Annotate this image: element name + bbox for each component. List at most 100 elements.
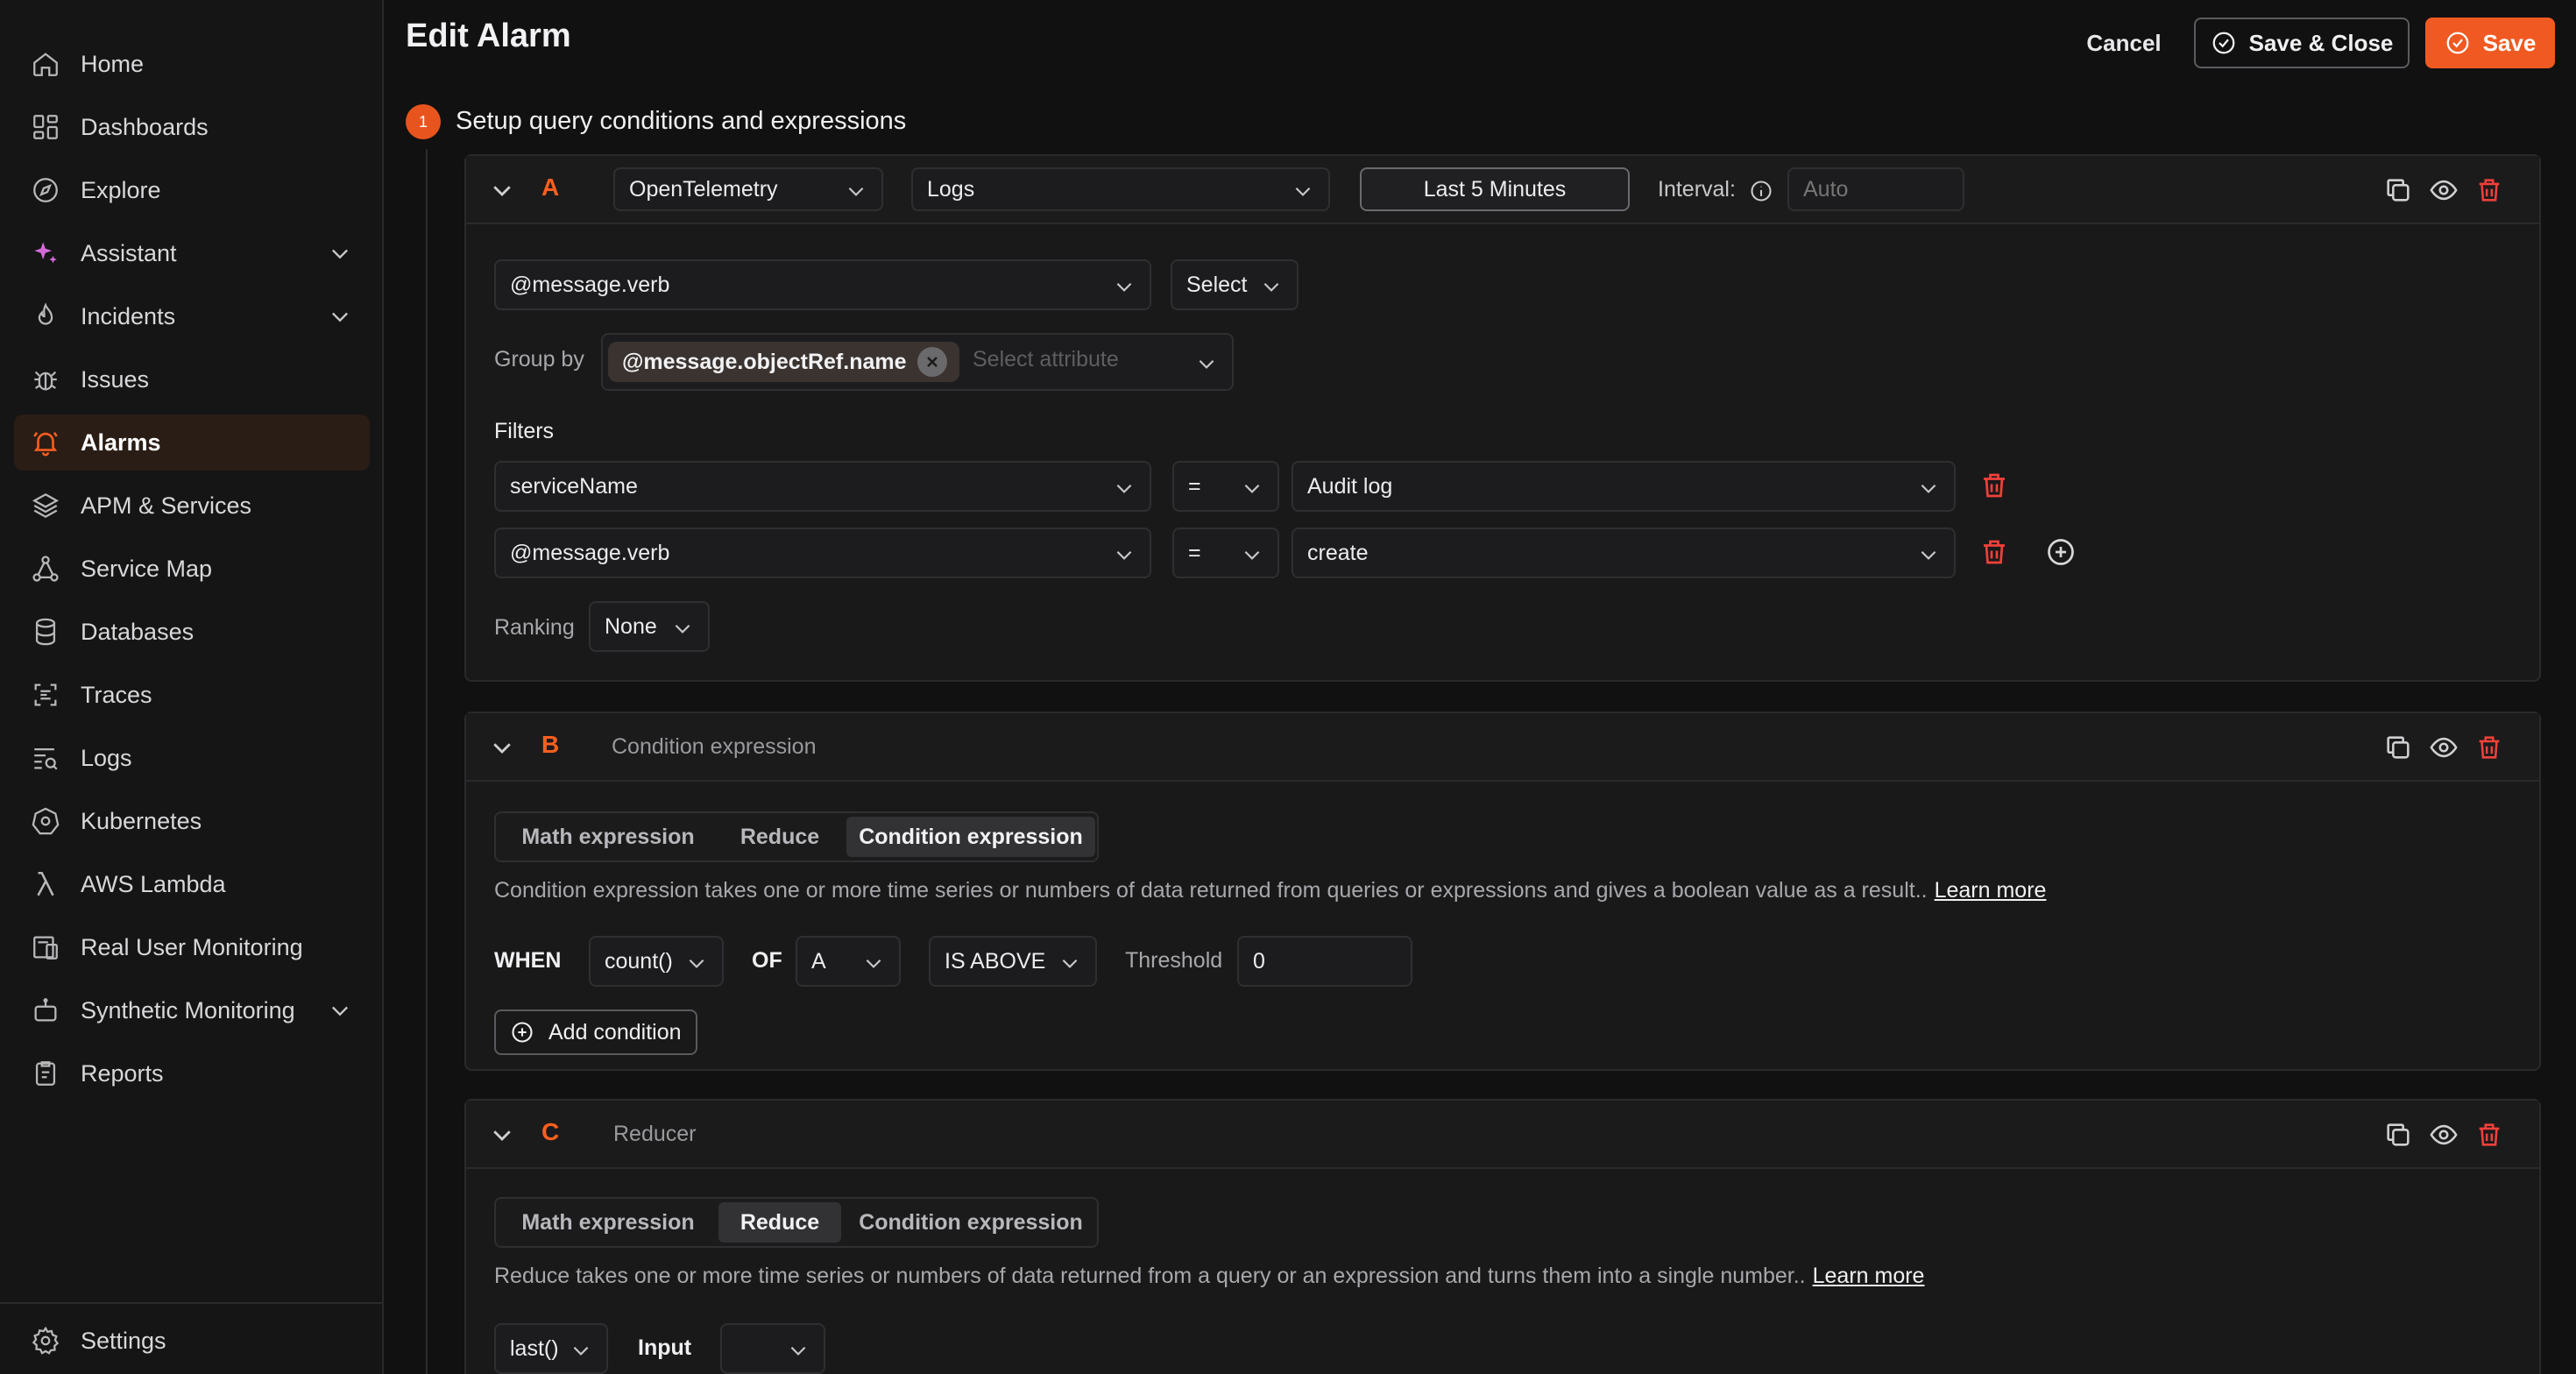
sparkle-icon: [30, 237, 61, 269]
chevron-down-icon: [1116, 550, 1132, 560]
chevron-down-icon[interactable]: [328, 998, 352, 1023]
aggregation-select[interactable]: Select: [1171, 259, 1299, 310]
signal-value: Logs: [927, 176, 975, 202]
function-select[interactable]: count(): [589, 936, 724, 987]
chevron-down-icon[interactable]: [328, 241, 352, 266]
trash-icon[interactable]: [1978, 470, 2010, 501]
eye-icon[interactable]: [2429, 175, 2459, 205]
sidebar-item-dashboards[interactable]: Dashboards: [14, 99, 370, 155]
chevron-down-icon[interactable]: [489, 734, 515, 761]
tab-math-expression[interactable]: Math expression: [503, 1202, 713, 1243]
learn-more-link[interactable]: Learn more: [1935, 878, 2047, 903]
copy-icon[interactable]: [2383, 1120, 2413, 1150]
tab-condition-expression[interactable]: Condition expression: [846, 817, 1095, 857]
group-by-label: Group by: [494, 347, 584, 372]
datasource-select[interactable]: OpenTelemetry: [613, 167, 883, 211]
group-by-placeholder: Select attribute: [973, 347, 1119, 372]
aggregation-value: Select: [1186, 272, 1248, 297]
comparator-value: IS ABOVE: [945, 948, 1046, 974]
page-title: Edit Alarm: [406, 18, 571, 54]
threshold-input[interactable]: 0: [1237, 936, 1412, 987]
chevron-down-icon[interactable]: [328, 304, 352, 329]
sidebar-item-rum[interactable]: Real User Monitoring: [14, 919, 370, 975]
copy-icon[interactable]: [2383, 175, 2413, 205]
sidebar-item-settings[interactable]: Settings: [14, 1313, 370, 1369]
ranking-label: Ranking: [494, 615, 575, 640]
sidebar-item-service-map[interactable]: Service Map: [14, 541, 370, 597]
comparator-select[interactable]: IS ABOVE: [929, 936, 1097, 987]
chevron-down-icon[interactable]: [489, 177, 515, 203]
ranking-select[interactable]: None: [589, 601, 710, 652]
sidebar-item-synthetic-monitoring[interactable]: Synthetic Monitoring: [14, 982, 370, 1038]
info-icon[interactable]: [1749, 179, 1773, 203]
sidebar-item-alarms[interactable]: Alarms: [14, 414, 370, 471]
filter-operator-select[interactable]: =: [1172, 528, 1279, 578]
expression-type-tabs: Math expression Reduce Condition express…: [494, 1197, 1099, 1248]
learn-more-link[interactable]: Learn more: [1813, 1264, 1925, 1288]
query-panel-header: A OpenTelemetry Logs Last 5 Minutes Inte…: [466, 156, 2539, 224]
field-select[interactable]: @message.verb: [494, 259, 1151, 310]
sidebar-item-explore[interactable]: Explore: [14, 162, 370, 218]
interval-input[interactable]: [1787, 167, 1964, 211]
sidebar-item-reports[interactable]: Reports: [14, 1045, 370, 1101]
threshold-label: Threshold: [1125, 948, 1223, 973]
cancel-button[interactable]: Cancel: [2071, 18, 2176, 68]
when-label: WHEN: [494, 948, 562, 973]
sidebar-item-issues[interactable]: Issues: [14, 351, 370, 407]
tab-reduce[interactable]: Reduce: [718, 1202, 841, 1243]
filter-value-select[interactable]: create: [1292, 528, 1956, 578]
eye-icon[interactable]: [2429, 1120, 2459, 1150]
tab-condition-expression[interactable]: Condition expression: [846, 1202, 1095, 1243]
query-title: Reducer: [613, 1122, 697, 1146]
sidebar-item-incidents[interactable]: Incidents: [14, 288, 370, 344]
add-circle-icon[interactable]: [2045, 536, 2077, 568]
sidebar-item-assistant[interactable]: Assistant: [14, 225, 370, 281]
filter-key-value: serviceName: [510, 473, 638, 499]
trash-icon[interactable]: [2474, 175, 2504, 205]
sidebar-item-apm[interactable]: APM & Services: [14, 478, 370, 534]
query-panel-c: C Reducer Math expression Reduce Conditi…: [464, 1099, 2541, 1374]
filter-value-select[interactable]: Audit log: [1292, 461, 1956, 512]
sidebar-item-home[interactable]: Home: [14, 36, 370, 92]
of-select[interactable]: A: [796, 936, 901, 987]
chevron-down-icon[interactable]: [489, 1122, 515, 1148]
chevron-down-icon: [573, 1346, 589, 1356]
sidebar-item-label: APM & Services: [81, 492, 252, 519]
trash-icon[interactable]: [1978, 536, 2010, 568]
sidebar-item-label: Synthetic Monitoring: [81, 996, 295, 1023]
filter-key-select[interactable]: serviceName: [494, 461, 1151, 512]
sidebar-item-label: Explore: [81, 176, 161, 203]
sidebar-item-kubernetes[interactable]: Kubernetes: [14, 793, 370, 849]
tab-reduce[interactable]: Reduce: [718, 817, 841, 857]
chevron-down-icon: [689, 959, 704, 968]
sidebar-item-logs[interactable]: Logs: [14, 730, 370, 786]
copy-icon[interactable]: [2383, 733, 2413, 762]
trash-icon[interactable]: [2474, 733, 2504, 762]
sidebar-item-label: Dashboards: [81, 113, 209, 140]
query-title: Condition expression: [612, 734, 817, 759]
sidebar-item-label: Home: [81, 50, 145, 77]
sidebar-item-databases[interactable]: Databases: [14, 604, 370, 660]
tab-math-expression[interactable]: Math expression: [503, 817, 713, 857]
sidebar-item-aws-lambda[interactable]: AWS Lambda: [14, 856, 370, 912]
sidebar-item-traces[interactable]: Traces: [14, 667, 370, 723]
signal-select[interactable]: Logs: [911, 167, 1330, 211]
description-text: Reduce takes one or more time series or …: [494, 1264, 1806, 1288]
add-condition-button[interactable]: Add condition: [494, 1009, 697, 1055]
filter-operator-value: =: [1188, 473, 1201, 499]
save-button[interactable]: Save: [2425, 18, 2555, 68]
kubernetes-icon: [30, 805, 61, 837]
trash-icon[interactable]: [2474, 1120, 2504, 1150]
interval-label: Interval:: [1658, 177, 1736, 202]
time-range-button[interactable]: Last 5 Minutes: [1360, 167, 1630, 211]
sidebar-item-label: Incidents: [81, 302, 176, 329]
input-select[interactable]: [720, 1323, 825, 1374]
close-icon[interactable]: [916, 347, 947, 377]
eye-icon[interactable]: [2429, 733, 2459, 762]
save-close-button[interactable]: Save & Close: [2194, 18, 2410, 68]
expression-type-tabs: Math expression Reduce Condition express…: [494, 811, 1099, 862]
step-title: Setup query conditions and expressions: [456, 107, 907, 135]
reducer-function-select[interactable]: last(): [494, 1323, 608, 1374]
filter-key-select[interactable]: @message.verb: [494, 528, 1151, 578]
filter-operator-select[interactable]: =: [1172, 461, 1279, 512]
